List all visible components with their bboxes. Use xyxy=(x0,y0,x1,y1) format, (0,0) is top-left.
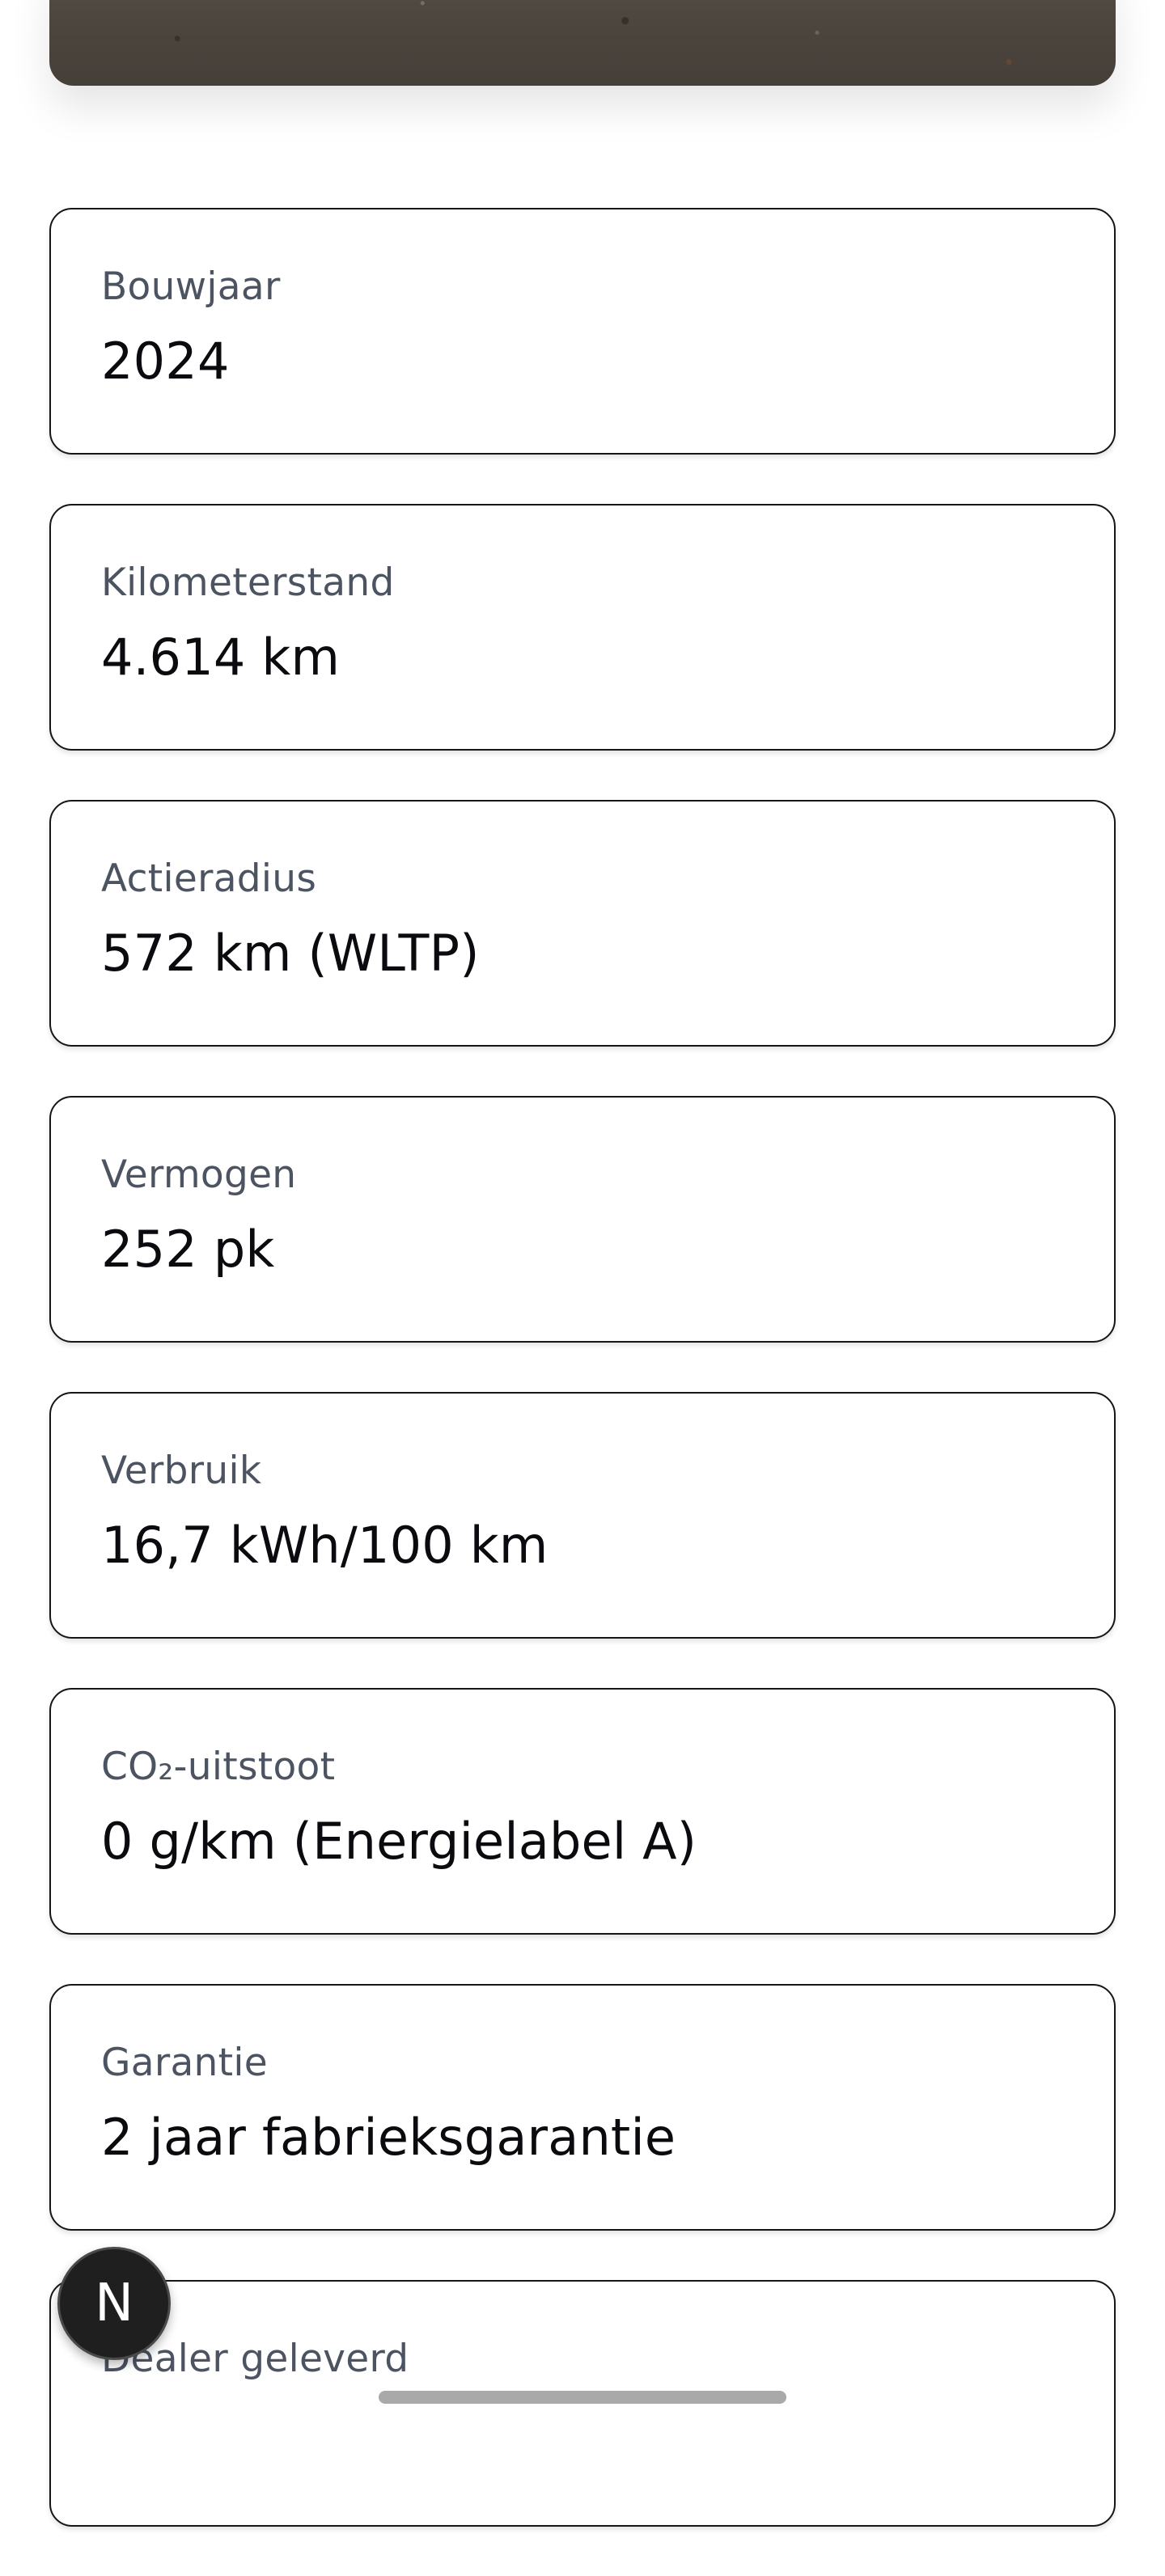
n-logo-button[interactable]: N xyxy=(57,2247,171,2360)
spec-label: Verbruik xyxy=(101,1449,262,1493)
spec-label: Kilometerstand xyxy=(101,560,395,605)
spec-value: 252 pk xyxy=(101,1220,275,1279)
spec-label: Bouwjaar xyxy=(101,264,281,309)
spec-card-kilometerstand: Kilometerstand 4.614 km xyxy=(49,504,1116,751)
home-indicator[interactable] xyxy=(379,2391,786,2404)
spec-card-garantie: Garantie 2 jaar fabrieksgarantie xyxy=(49,1984,1116,2231)
spec-list: Bouwjaar 2024 Kilometerstand 4.614 km Ac… xyxy=(49,208,1116,2576)
spec-value: 0 g/km (Energielabel A) xyxy=(101,1812,697,1871)
spec-label: Actieradius xyxy=(101,857,317,901)
spec-card-vermogen: Vermogen 252 pk xyxy=(49,1096,1116,1343)
spec-value: 2024 xyxy=(101,332,230,391)
spec-value: 16,7 kWh/100 km xyxy=(101,1516,549,1575)
spec-value: 2 jaar fabrieksgarantie xyxy=(101,2108,676,2167)
spec-label: Garantie xyxy=(101,2041,268,2085)
spec-value: 572 km (WLTP) xyxy=(101,924,480,983)
spec-value: 4.614 km xyxy=(101,628,341,687)
spec-card-bouwjaar: Bouwjaar 2024 xyxy=(49,208,1116,455)
n-logo-icon: N xyxy=(95,2274,133,2333)
spec-card-actieradius: Actieradius 572 km (WLTP) xyxy=(49,800,1116,1047)
vehicle-photo xyxy=(49,0,1116,86)
spec-card-verbruik: Verbruik 16,7 kWh/100 km xyxy=(49,1392,1116,1639)
spec-card-co2-uitstoot: CO₂-uitstoot 0 g/km (Energielabel A) xyxy=(49,1688,1116,1935)
spec-label: CO₂-uitstoot xyxy=(101,1745,336,1789)
spec-label: Dealer geleverd xyxy=(101,2337,409,2381)
spec-label: Vermogen xyxy=(101,1153,297,1197)
